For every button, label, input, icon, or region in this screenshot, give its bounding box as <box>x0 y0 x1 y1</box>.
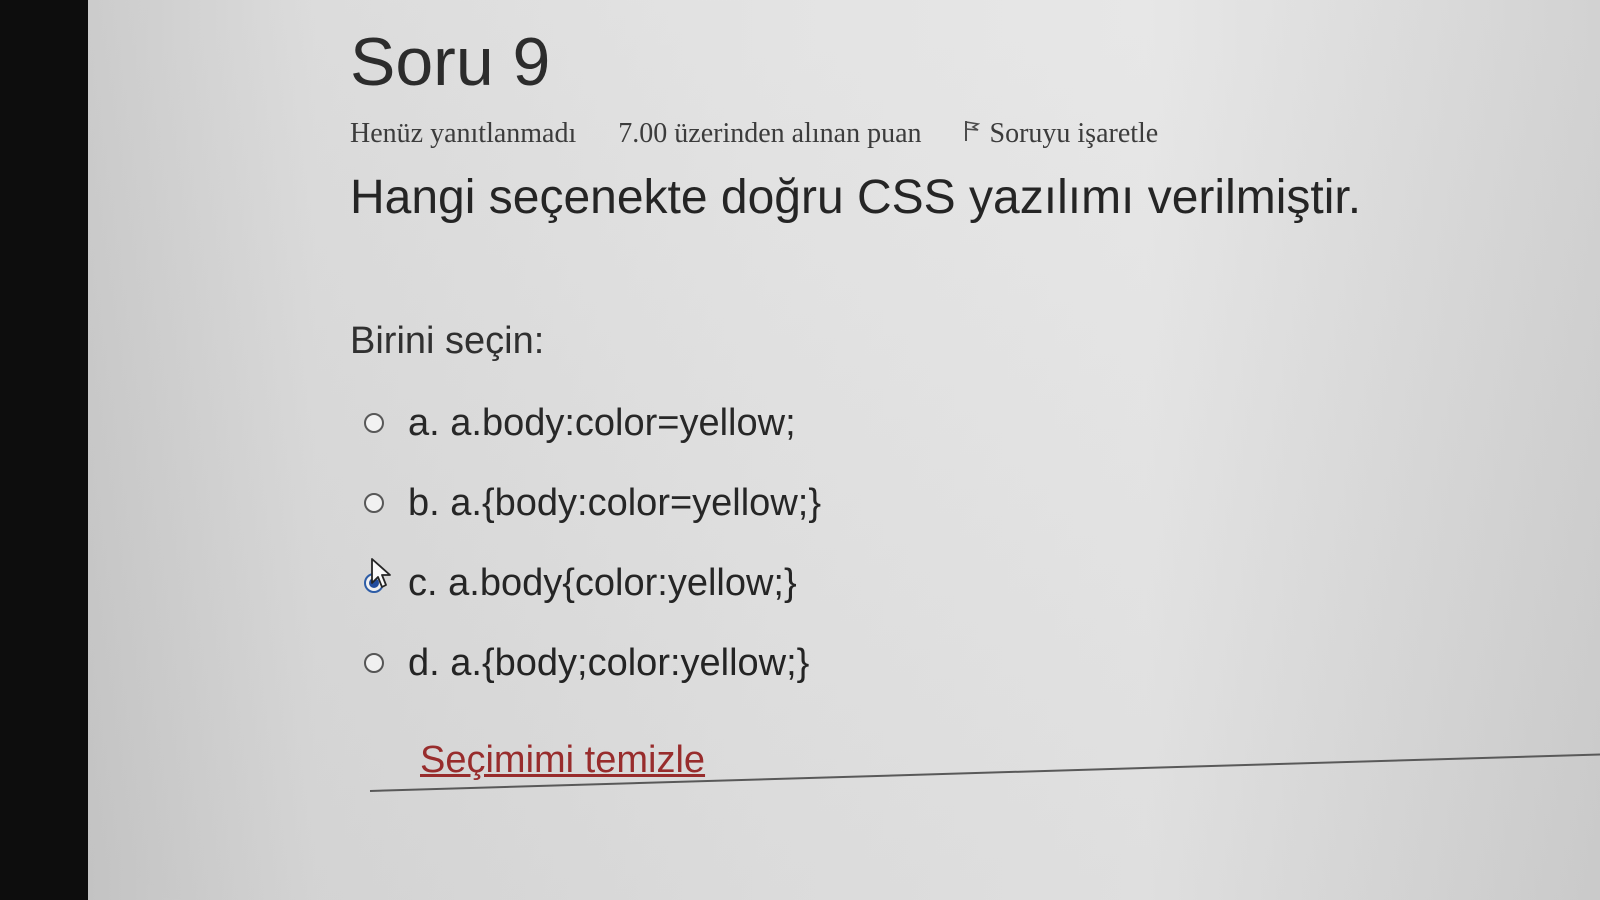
mouse-cursor-icon <box>371 558 391 588</box>
option-letter: c. <box>408 561 438 604</box>
question-meta: Henüz yanıtlanmadı 7.00 üzerinden alınan… <box>350 118 1550 150</box>
flag-icon <box>964 120 980 148</box>
question-panel: Soru 9 Henüz yanıtlanmadı 7.00 üzerinden… <box>350 20 1550 782</box>
clear-selection-link[interactable]: Seçimimi temizle <box>420 739 705 782</box>
option-letter: a. <box>408 401 440 444</box>
option-text: a.{body:color=yellow;} <box>450 481 822 524</box>
option-a[interactable]: a. a.body:color=yellow; <box>364 383 1550 463</box>
option-text: a.{body;color:yellow;} <box>450 641 810 684</box>
flag-label: Soruyu işaretle <box>989 118 1159 149</box>
question-text: Hangi seçenekte doğru CSS yazılımı veril… <box>350 171 1362 224</box>
option-b[interactable]: b. a.{body:color=yellow;} <box>364 463 1550 543</box>
radio-option-b[interactable] <box>364 493 384 513</box>
option-c[interactable]: c. a.body{color:yellow;} <box>364 543 1550 623</box>
radio-option-d[interactable] <box>364 653 384 673</box>
flag-question-link[interactable]: Soruyu işaretle <box>964 118 1159 150</box>
answer-status: Henüz yanıtlanmadı <box>350 118 577 149</box>
option-text: a.body{color:yellow;} <box>448 561 797 604</box>
answer-prompt: Birini seçin: <box>350 320 545 362</box>
option-d[interactable]: d. a.{body;color:yellow;} <box>364 623 1550 703</box>
question-title: Soru 9 <box>350 24 551 100</box>
points-info: 7.00 üzerinden alınan puan <box>618 118 922 149</box>
option-letter: d. <box>408 641 440 684</box>
option-text: a.body:color=yellow; <box>450 401 796 444</box>
screen: Soru 9 Henüz yanıtlanmadı 7.00 üzerinden… <box>88 0 1600 900</box>
radio-option-a[interactable] <box>364 413 384 433</box>
option-letter: b. <box>408 481 440 524</box>
answer-options: a. a.body:color=yellow; b. a.{body:color… <box>364 383 1550 703</box>
